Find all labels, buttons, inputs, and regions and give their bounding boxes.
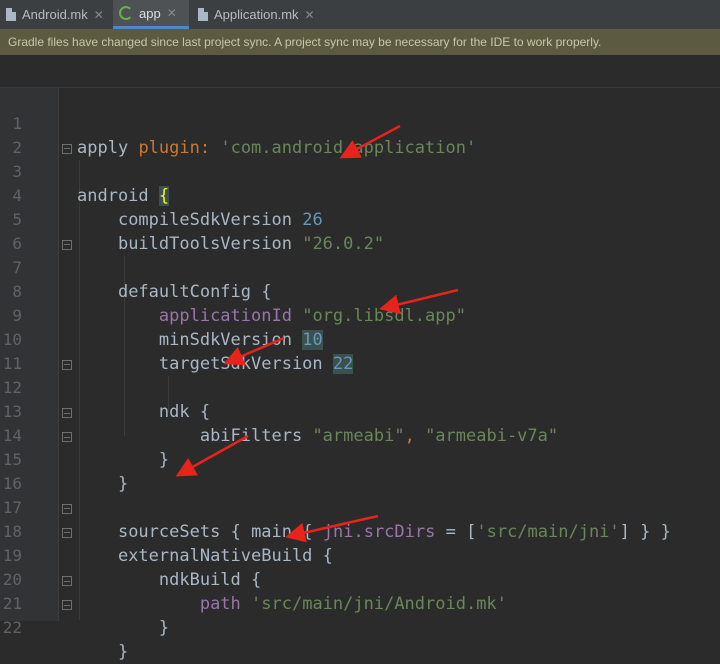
code-line[interactable]: 7 defaultConfig { bbox=[0, 232, 720, 302]
code-text: } bbox=[158, 618, 170, 638]
tab-application-mk[interactable]: Application.mk ✕ bbox=[192, 0, 328, 29]
line-number: 22 bbox=[2, 618, 22, 637]
close-icon[interactable]: ✕ bbox=[167, 6, 177, 20]
file-icon bbox=[198, 8, 208, 21]
code-line[interactable]: 5 buildToolsVersion "26.0.2" bbox=[0, 184, 720, 254]
tab-label: Android.mk bbox=[22, 7, 88, 22]
code-line[interactable]: 11 bbox=[0, 328, 720, 373]
code-line[interactable]: 2 bbox=[0, 112, 720, 157]
tab-label: Application.mk bbox=[214, 7, 299, 22]
code-line[interactable]: 9 minSdkVersion 10 bbox=[0, 280, 720, 350]
tab-label: app bbox=[139, 5, 161, 21]
code-line[interactable]: 20 path 'src/main/jni/Android.mk' bbox=[0, 544, 720, 614]
close-icon[interactable]: ✕ bbox=[94, 8, 104, 22]
code-line[interactable]: 22 } bbox=[0, 592, 720, 662]
editor-tab-bar: Android.mk ✕ app ✕ Application.mk ✕ bbox=[0, 0, 720, 30]
gradle-icon bbox=[119, 6, 133, 20]
file-icon bbox=[6, 8, 16, 21]
code-line[interactable]: 21 } bbox=[0, 568, 720, 638]
code-line[interactable]: 4 compileSdkVersion 26 bbox=[0, 160, 720, 230]
code-line[interactable]: 17 sourceSets { main { jni.srcDirs = ['s… bbox=[0, 472, 720, 542]
code-line[interactable]: 6 bbox=[0, 208, 720, 253]
code-line[interactable]: 12 ndk { bbox=[0, 352, 720, 422]
code-text: } bbox=[117, 642, 129, 662]
code-line[interactable]: 19 ndkBuild { bbox=[0, 520, 720, 590]
code-line[interactable]: 8 applicationId "org.libsdl.app" bbox=[0, 256, 720, 326]
gradle-sync-banner: Gradle files have changed since last pro… bbox=[0, 29, 720, 55]
code-line[interactable]: 13 abiFilters "armeabi", "armeabi-v7a" bbox=[0, 376, 720, 446]
code-line[interactable]: 1 apply plugin: 'com.android.application… bbox=[0, 88, 720, 158]
code-line[interactable]: 10 targetSdkVersion 22 bbox=[0, 304, 720, 374]
close-icon[interactable]: ✕ bbox=[305, 8, 315, 22]
code-line[interactable]: 3 android { bbox=[0, 136, 720, 206]
code-line[interactable]: 14 } bbox=[0, 400, 720, 470]
code-line[interactable]: 18 externalNativeBuild { bbox=[0, 496, 720, 566]
editor-toolstrip bbox=[0, 55, 720, 88]
code-line[interactable]: 16 bbox=[0, 448, 720, 493]
tab-app[interactable]: app ✕ bbox=[113, 0, 189, 29]
code-line[interactable]: 15 } bbox=[0, 424, 720, 494]
tab-android-mk[interactable]: Android.mk ✕ bbox=[0, 0, 112, 29]
